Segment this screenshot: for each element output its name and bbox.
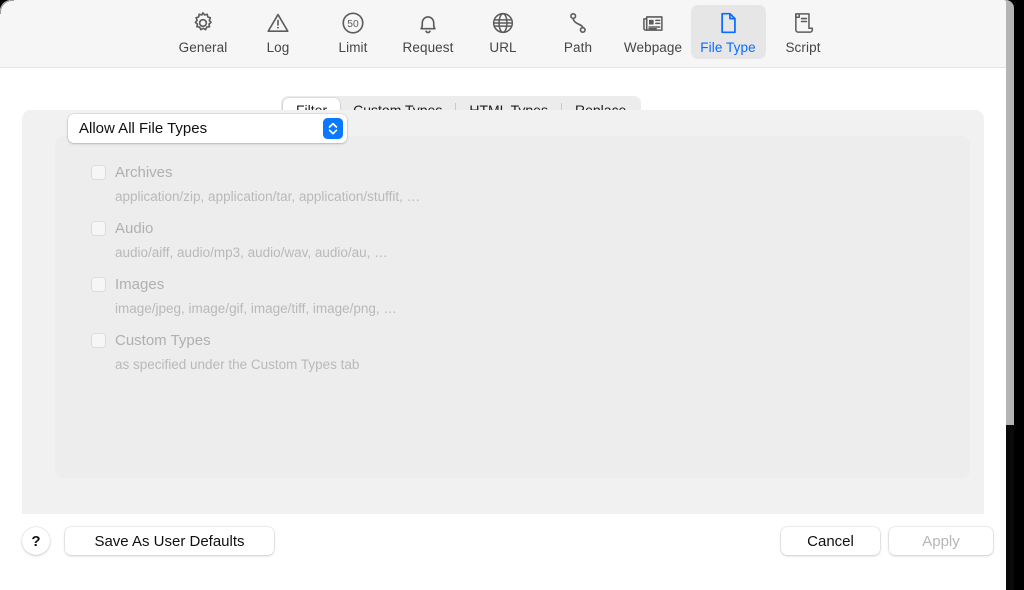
toolbar-item-limit[interactable]: 50 Limit xyxy=(316,5,391,59)
dialog-button-bar: ? Save As User Defaults Cancel Apply xyxy=(0,514,1006,590)
preferences-toolbar: General Log 50 Limit Request URL Path We… xyxy=(0,0,1006,68)
toolbar-item-label: Limit xyxy=(338,40,368,55)
file-type-pane: Filter Custom Types HTML Types Replace A… xyxy=(0,69,1006,590)
apply-button[interactable]: Apply xyxy=(889,527,993,555)
checkbox-archives[interactable] xyxy=(91,164,106,180)
gear-icon xyxy=(190,8,216,38)
toolbar-item-label: General xyxy=(178,40,228,55)
toolbar-item-label: URL xyxy=(489,40,517,55)
checkbox-row-images[interactable]: Images xyxy=(91,274,970,294)
checkbox-label: Images xyxy=(115,275,165,293)
toolbar-item-label: File Type xyxy=(700,40,756,55)
speed-50-icon: 50 xyxy=(340,8,366,38)
document-icon xyxy=(715,8,741,38)
settings-window: General Log 50 Limit Request URL Path We… xyxy=(0,0,1014,590)
checkbox-row-custom-types[interactable]: Custom Types xyxy=(91,330,970,350)
toolbar-item-log[interactable]: Log xyxy=(241,5,316,59)
script-icon xyxy=(790,8,816,38)
globe-icon xyxy=(490,8,516,38)
file-type-policy-popup[interactable]: Allow All File Types xyxy=(68,114,347,143)
bell-icon xyxy=(415,8,441,38)
toolbar-item-label: Request xyxy=(402,40,454,55)
checkbox-images[interactable] xyxy=(91,276,106,292)
toolbar-item-file-type[interactable]: File Type xyxy=(690,5,766,59)
svg-text:50: 50 xyxy=(347,19,359,30)
checkbox-label: Archives xyxy=(115,163,173,181)
checkbox-description: audio/aiff, audio/mp3, audio/wav, audio/… xyxy=(115,245,388,260)
checkbox-row-archives[interactable]: Archives xyxy=(91,162,970,182)
toolbar-item-path[interactable]: Path xyxy=(541,5,616,59)
checkbox-description: image/jpeg, image/gif, image/tiff, image… xyxy=(115,301,397,316)
webpage-icon xyxy=(640,8,666,38)
save-as-user-defaults-button[interactable]: Save As User Defaults xyxy=(65,527,274,555)
toolbar-item-label: Webpage xyxy=(623,40,683,55)
toolbar-item-general[interactable]: General xyxy=(166,5,241,59)
cancel-button[interactable]: Cancel xyxy=(781,527,880,555)
file-type-category-list: Archives application/zip, application/ta… xyxy=(55,136,970,478)
screen-background xyxy=(1014,0,1024,590)
toolbar-item-url[interactable]: URL xyxy=(466,5,541,59)
checkbox-description: as specified under the Custom Types tab xyxy=(115,357,360,372)
toolbar-item-label: Path xyxy=(563,40,593,55)
checkbox-custom-types[interactable] xyxy=(91,332,106,348)
chevron-up-down-icon xyxy=(323,118,343,139)
help-button[interactable]: ? xyxy=(22,527,50,555)
checkbox-row-audio[interactable]: Audio xyxy=(91,218,970,238)
window-edge-light xyxy=(1006,0,1014,425)
checkbox-label: Audio xyxy=(115,219,154,237)
checkbox-audio[interactable] xyxy=(91,220,106,236)
toolbar-item-label: Log xyxy=(266,40,290,55)
toolbar-item-request[interactable]: Request xyxy=(391,5,466,59)
popup-selected-value: Allow All File Types xyxy=(79,120,208,137)
toolbar-item-label: Script xyxy=(785,40,821,55)
path-icon xyxy=(565,8,591,38)
toolbar-item-script[interactable]: Script xyxy=(766,5,841,59)
checkbox-label: Custom Types xyxy=(115,331,211,349)
filter-panel: Allow All File Types Archives applicatio… xyxy=(22,110,984,570)
checkbox-description: application/zip, application/tar, applic… xyxy=(115,189,421,204)
toolbar-item-webpage[interactable]: Webpage xyxy=(616,5,691,59)
warning-icon xyxy=(265,8,291,38)
window-edge-dark xyxy=(1006,425,1014,590)
